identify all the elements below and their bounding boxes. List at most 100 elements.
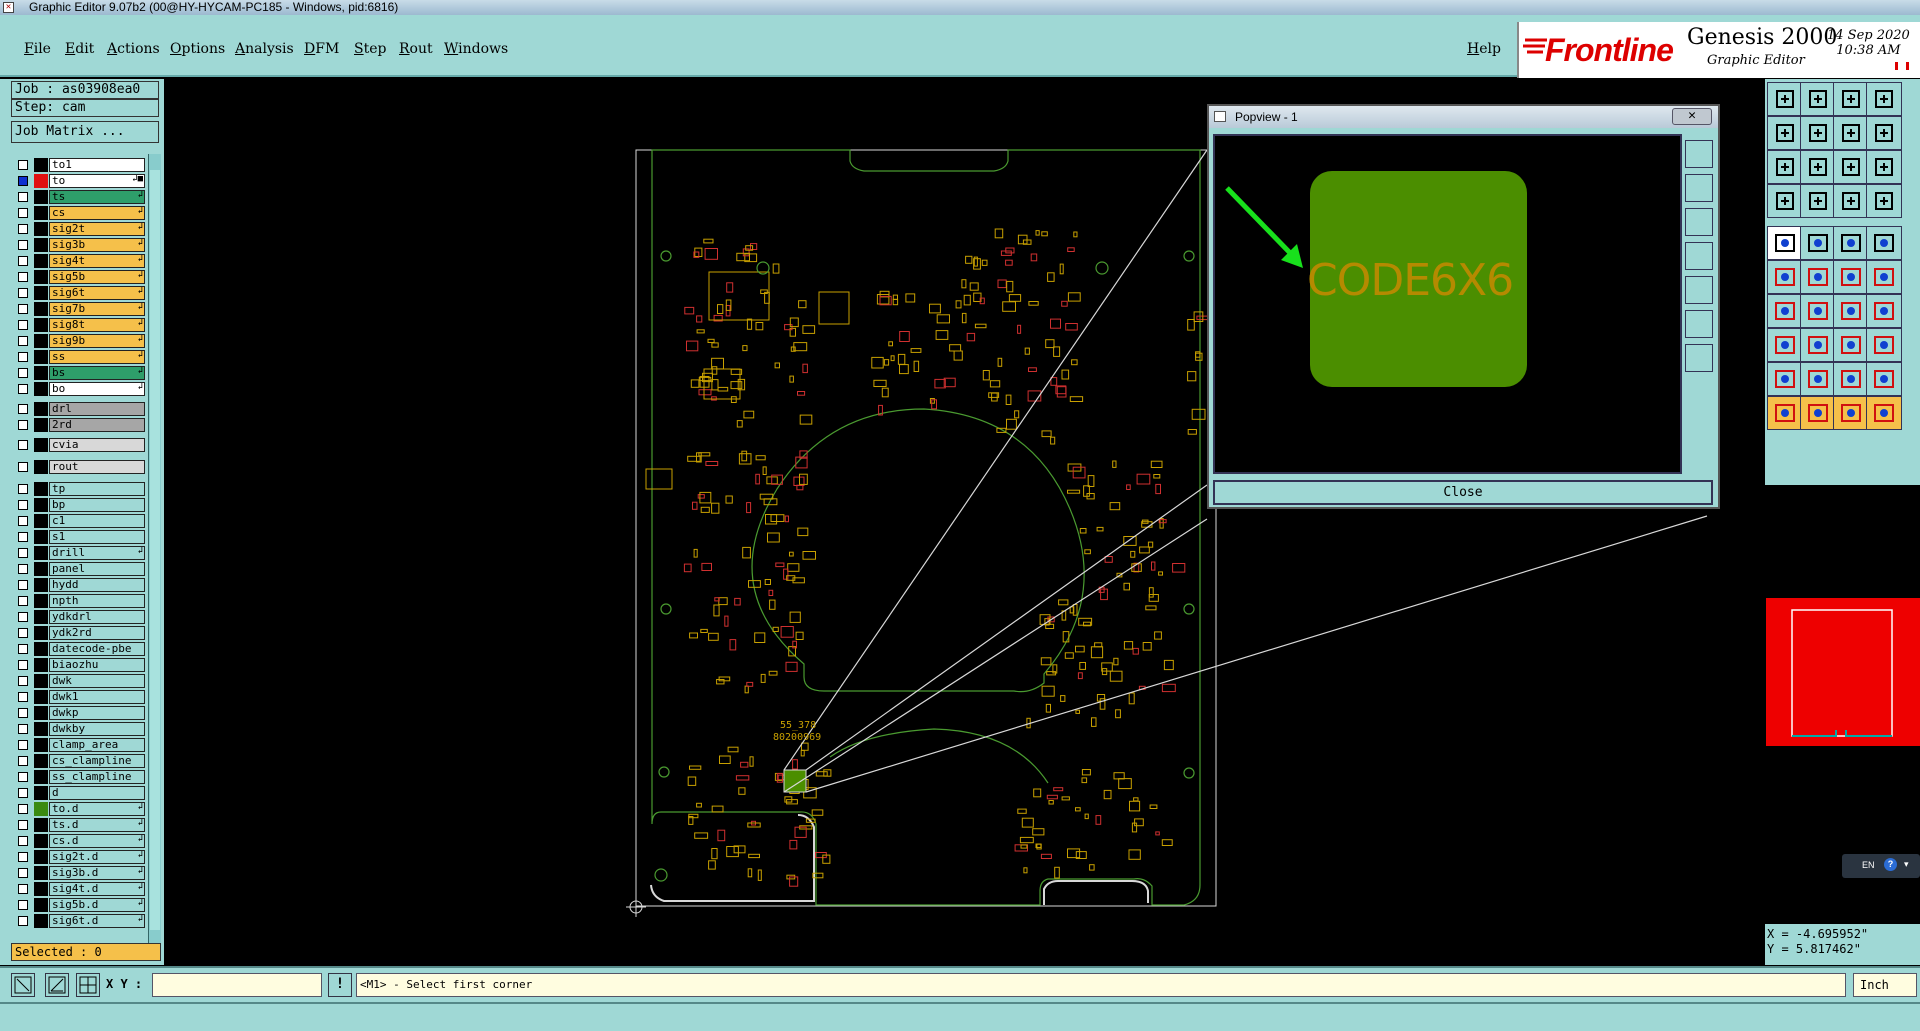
layer-row-dwk1[interactable]: dwk1 xyxy=(14,689,145,705)
layer-checkbox[interactable] xyxy=(18,384,28,394)
layer-checkbox[interactable] xyxy=(18,900,28,910)
rotate-button[interactable] xyxy=(1800,226,1836,260)
layer-down-button[interactable] xyxy=(1800,82,1836,116)
layer-row-2rd[interactable]: 2rd xyxy=(14,417,145,433)
layer-row-c1[interactable]: c1 xyxy=(14,513,145,529)
layer-row-sig4t[interactable]: sig4t ↲ xyxy=(14,253,145,269)
layer-checkbox[interactable] xyxy=(18,564,28,574)
layer-row-ydk2rd[interactable]: ydk2rd xyxy=(14,625,145,641)
layer-row-sig5b[interactable]: sig5b ↲ xyxy=(14,269,145,285)
layer-checkbox[interactable] xyxy=(18,160,28,170)
fork-button[interactable] xyxy=(1866,294,1902,328)
layer-name[interactable]: s1 xyxy=(49,530,145,544)
layer-checkbox[interactable] xyxy=(18,336,28,346)
pointer-snap-button[interactable] xyxy=(1833,396,1869,430)
popview-pan-left-button[interactable] xyxy=(1685,242,1713,270)
menu-actions[interactable]: Actions xyxy=(107,41,160,57)
move-left-button[interactable] xyxy=(1767,116,1803,150)
layer-checkbox[interactable] xyxy=(18,462,28,472)
layer-name[interactable]: dwk1 xyxy=(49,690,145,704)
pan-button[interactable] xyxy=(1800,150,1836,184)
layer-checkbox[interactable] xyxy=(18,772,28,782)
layer-name[interactable]: rout xyxy=(49,460,145,474)
layer-name[interactable]: ts.d xyxy=(49,818,145,832)
layer-row-sig4t.d[interactable]: sig4t.d ↲ xyxy=(14,881,145,897)
delta-button[interactable] xyxy=(1866,362,1902,396)
popview-pan-right-button[interactable] xyxy=(1685,276,1713,304)
layer-name[interactable]: ydk2rd xyxy=(49,626,145,640)
layer-name[interactable]: c1 xyxy=(49,514,145,528)
cross-button[interactable] xyxy=(1800,260,1836,294)
menu-step[interactable]: Step xyxy=(354,41,386,57)
layer-name[interactable]: drl xyxy=(49,402,145,416)
layer-checkbox[interactable] xyxy=(18,176,28,186)
layer-row-s1[interactable]: s1 xyxy=(14,529,145,545)
layer-name[interactable]: d xyxy=(49,786,145,800)
layer-scrollbar-thumb[interactable] xyxy=(150,170,160,930)
popview-zoom-out-button[interactable] xyxy=(1685,208,1713,236)
pointer-alt-button[interactable] xyxy=(1800,396,1836,430)
layer-row-to[interactable]: to ↲■ xyxy=(14,173,145,189)
layer-name[interactable]: dwkby xyxy=(49,722,145,736)
menu-file[interactable]: File xyxy=(24,41,51,57)
layer-name[interactable]: hydd xyxy=(49,578,145,592)
layer-row-npth[interactable]: npth xyxy=(14,593,145,609)
layer-name[interactable]: npth xyxy=(49,594,145,608)
menu-analysis[interactable]: Analysis xyxy=(235,41,294,57)
layer-row-bs[interactable]: bs ↲ xyxy=(14,365,145,381)
help-icon[interactable]: ? xyxy=(1884,858,1897,871)
layer-checkbox[interactable] xyxy=(18,868,28,878)
layer-row-sig2t.d[interactable]: sig2t.d ↲ xyxy=(14,849,145,865)
popview-pan-button[interactable] xyxy=(1685,310,1713,338)
swap-button[interactable] xyxy=(1833,116,1869,150)
layer-checkbox[interactable] xyxy=(18,500,28,510)
corner-button[interactable] xyxy=(1767,328,1803,362)
snap-line-button[interactable] xyxy=(11,973,35,997)
curve-button[interactable] xyxy=(1833,294,1869,328)
layer-checkbox[interactable] xyxy=(18,596,28,606)
layer-name[interactable]: to.d xyxy=(49,802,145,816)
layer-row-sig7b[interactable]: sig7b ↲ xyxy=(14,301,145,317)
popview-home-button[interactable] xyxy=(1685,344,1713,372)
layer-row-drill[interactable]: drill ↲ xyxy=(14,545,145,561)
layer-row-sig3b[interactable]: sig3b ↲ xyxy=(14,237,145,253)
layer-row-ydkdrl[interactable]: ydkdrl xyxy=(14,609,145,625)
layer-name[interactable]: dwkp xyxy=(49,706,145,720)
pointer-button[interactable] xyxy=(1767,396,1803,430)
scale-button[interactable] xyxy=(1833,150,1869,184)
measure-button[interactable] xyxy=(1767,184,1803,218)
layer-checkbox[interactable] xyxy=(18,420,28,430)
home-button[interactable] xyxy=(1833,82,1869,116)
layer-checkbox[interactable] xyxy=(18,548,28,558)
layer-row-tp[interactable]: tp xyxy=(14,481,145,497)
snap-button[interactable] xyxy=(1833,184,1869,218)
layer-checkbox[interactable] xyxy=(18,352,28,362)
menu-windows[interactable]: Windows xyxy=(444,41,508,57)
layer-name[interactable]: cs.d xyxy=(49,834,145,848)
layer-name[interactable]: bs xyxy=(49,366,145,380)
layer-checkbox[interactable] xyxy=(18,804,28,814)
layer-checkbox[interactable] xyxy=(18,516,28,526)
layer-name[interactable]: clamp_area xyxy=(49,738,145,752)
layer-checkbox[interactable] xyxy=(18,440,28,450)
net-button[interactable] xyxy=(1767,260,1803,294)
layer-row-datecode-pbe[interactable]: datecode-pbe xyxy=(14,641,145,657)
layer-row-panel[interactable]: panel xyxy=(14,561,145,577)
layer-checkbox[interactable] xyxy=(18,628,28,638)
layer-name[interactable]: sig3b.d xyxy=(49,866,145,880)
layer-checkbox[interactable] xyxy=(18,756,28,766)
layer-name[interactable]: 2rd xyxy=(49,418,145,432)
layer-checkbox[interactable] xyxy=(18,852,28,862)
grid-button[interactable] xyxy=(1800,184,1836,218)
layer-name[interactable]: cvia xyxy=(49,438,145,452)
arc-button[interactable] xyxy=(1833,260,1869,294)
pointer-multi-button[interactable] xyxy=(1866,396,1902,430)
layer-name[interactable]: cs xyxy=(49,206,145,220)
unit-selector[interactable]: Inch xyxy=(1853,973,1917,997)
layer-checkbox[interactable] xyxy=(18,288,28,298)
alert-icon[interactable]: ! xyxy=(328,973,352,997)
layer-row-sig5b.d[interactable]: sig5b.d ↲ xyxy=(14,897,145,913)
layer-row-dwkby[interactable]: dwkby xyxy=(14,721,145,737)
layer-row-d[interactable]: d xyxy=(14,785,145,801)
layer-name[interactable]: sig6t.d xyxy=(49,914,145,928)
